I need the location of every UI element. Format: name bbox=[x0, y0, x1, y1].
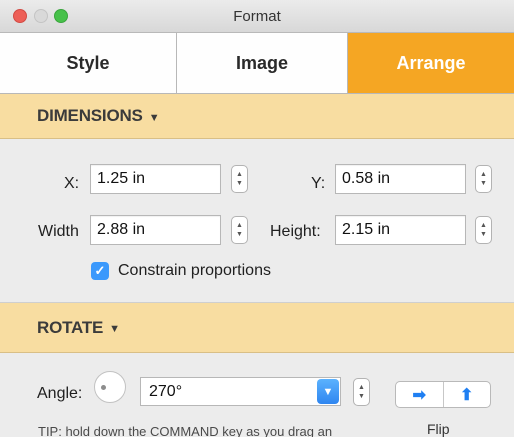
caret-down-icon: ▼ bbox=[109, 323, 120, 335]
tab-image[interactable]: Image bbox=[177, 33, 348, 93]
tab-style[interactable]: Style bbox=[0, 33, 177, 93]
arrow-up-icon: ⬆ bbox=[460, 386, 474, 404]
y-label: Y: bbox=[311, 175, 326, 192]
format-window: Format Style Image Arrange DIMENSIONS ▼ … bbox=[0, 0, 514, 437]
angle-combo-box[interactable]: 270° ▼ bbox=[140, 377, 341, 406]
tab-arrange[interactable]: Arrange bbox=[348, 33, 514, 93]
angle-label: Angle: bbox=[37, 385, 83, 402]
height-label: Height: bbox=[270, 223, 321, 240]
stepper-down-icon: ▼ bbox=[480, 231, 487, 238]
rotate-section-header[interactable]: ROTATE ▼ bbox=[0, 303, 514, 353]
x-field[interactable] bbox=[90, 164, 221, 194]
x-stepper[interactable]: ▲ ▼ bbox=[231, 165, 248, 193]
dimensions-section-header[interactable]: DIMENSIONS ▼ bbox=[0, 94, 514, 139]
stepper-up-icon: ▲ bbox=[480, 171, 487, 178]
width-label: Width bbox=[38, 223, 79, 240]
stepper-up-icon: ▲ bbox=[480, 222, 487, 229]
dimensions-header-label: DIMENSIONS bbox=[37, 106, 143, 125]
constrain-proportions-label: Constrain proportions bbox=[118, 262, 271, 279]
stepper-up-icon: ▲ bbox=[358, 384, 365, 391]
stepper-down-icon: ▼ bbox=[236, 180, 243, 187]
x-label: X: bbox=[64, 175, 80, 192]
flip-horizontal-button[interactable]: ➡ bbox=[396, 382, 444, 407]
flip-label: Flip bbox=[427, 421, 450, 437]
flip-button-group: ➡ ⬆ bbox=[395, 381, 491, 408]
width-stepper[interactable]: ▲ ▼ bbox=[231, 216, 248, 244]
stepper-up-icon: ▲ bbox=[236, 171, 243, 178]
window-title: Format bbox=[233, 8, 281, 25]
angle-value: 270° bbox=[149, 383, 183, 400]
title-bar: Format bbox=[0, 0, 514, 33]
arrow-right-icon: ➡ bbox=[412, 386, 426, 404]
constrain-proportions-checkbox[interactable]: ✓ bbox=[91, 262, 109, 280]
stepper-down-icon: ▼ bbox=[480, 180, 487, 187]
dial-indicator-icon bbox=[101, 385, 106, 390]
angle-stepper[interactable]: ▲ ▼ bbox=[353, 378, 370, 406]
stepper-down-icon: ▼ bbox=[236, 231, 243, 238]
rotate-header-label: ROTATE bbox=[37, 317, 104, 337]
angle-dial[interactable] bbox=[94, 371, 126, 403]
y-stepper[interactable]: ▲ ▼ bbox=[475, 165, 492, 193]
caret-down-icon: ▼ bbox=[148, 111, 160, 124]
tip-text: TIP: hold down the COMMAND key as you dr… bbox=[38, 424, 333, 437]
height-field[interactable] bbox=[335, 215, 466, 245]
y-field[interactable] bbox=[335, 164, 466, 194]
stepper-down-icon: ▼ bbox=[358, 393, 365, 400]
checkmark-icon: ✓ bbox=[94, 263, 106, 278]
width-field[interactable] bbox=[90, 215, 221, 245]
chevron-down-icon[interactable]: ▼ bbox=[317, 379, 339, 404]
format-tabs: Style Image Arrange bbox=[0, 33, 514, 94]
stepper-up-icon: ▲ bbox=[236, 222, 243, 229]
height-stepper[interactable]: ▲ ▼ bbox=[475, 216, 492, 244]
flip-vertical-button[interactable]: ⬆ bbox=[444, 382, 491, 407]
